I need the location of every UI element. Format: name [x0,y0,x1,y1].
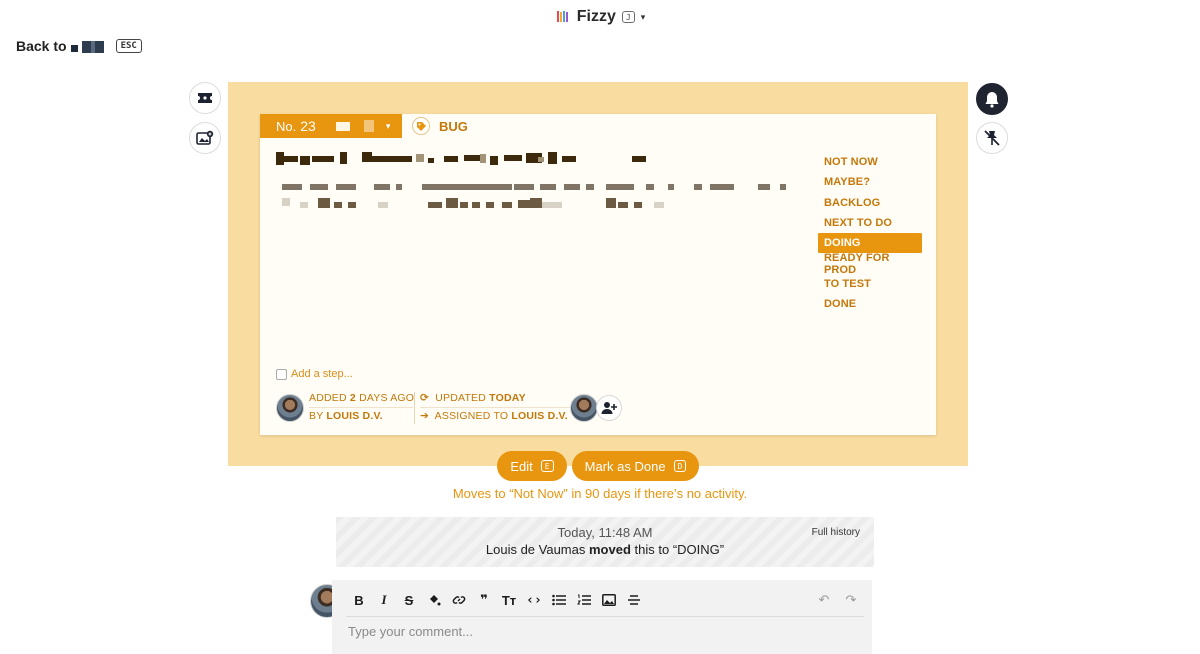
redacted-collection [335,121,350,131]
redacted-card-title[interactable] [276,152,656,166]
history-message: Louis de Vaumas moved this to “DOING” [485,542,725,557]
card-meta: ADDED 2 DAYS AGO BY LOUIS D.V. ⟳ UPDATED… [276,392,636,424]
card-number-label: No. [276,118,297,134]
image-icon[interactable] [600,591,618,609]
divider [309,407,413,408]
bold-icon[interactable]: B [350,591,368,609]
tag-icon[interactable] [412,117,430,135]
status-doing[interactable]: DOING [818,233,922,254]
redacted-board-icon [70,45,78,52]
auto-postpone-hint: Moves to “Not Now” in 90 days if there’s… [452,486,748,501]
add-image-icon[interactable] [189,122,221,154]
status-to-test[interactable]: TO TEST [818,274,922,294]
unpin-icon[interactable] [976,122,1008,154]
edit-shortcut: E [540,460,554,472]
divider [346,616,864,617]
status-not-now[interactable]: NOT NOW [818,152,922,172]
add-assignee-button[interactable] [596,395,622,421]
assigned-info: ➔ ASSIGNED TO LOUIS D.V. [420,410,568,422]
italic-icon[interactable]: I [375,591,393,609]
highlight-icon[interactable] [425,591,443,609]
card: No. 23 ▾ BUG NOT NOW MAYBE? BACKLOG NEXT… [260,114,936,435]
edit-button[interactable]: Edit E [497,451,567,481]
history-time: Today, 11:48 AM [557,525,653,540]
mark-done-shortcut: D [673,460,687,472]
bell-icon[interactable] [976,83,1008,115]
mark-done-label: Mark as Done [584,458,666,474]
history-toolbar: ↶ ↷ [815,591,860,609]
full-history-link[interactable]: Full history [812,527,860,538]
top-bar: Fizzy J ▾ [0,6,1200,28]
back-link[interactable]: Back to ESC [16,38,142,54]
edit-label: Edit [510,458,533,474]
fizzy-logo-icon [555,9,571,25]
esc-shortcut: ESC [115,39,142,53]
redacted-description-line-1 [282,184,786,190]
status-backlog[interactable]: BACKLOG [818,193,922,213]
ticket-icon[interactable] [189,82,221,114]
app-title[interactable]: Fizzy [577,8,616,26]
added-info: ADDED 2 DAYS AGO [309,392,415,404]
history-panel: Today, 11:48 AM Louis de Vaumas moved th… [336,517,874,567]
updated-info: ⟳ UPDATED TODAY [420,392,526,404]
divider [420,407,570,408]
avatar [276,394,304,422]
bullet-list-icon[interactable] [550,591,568,609]
add-step-label[interactable]: Add a step... [291,368,353,380]
step-checkbox[interactable] [276,368,287,380]
status-list: NOT NOW MAYBE? BACKLOG NEXT TO DO DOING … [818,152,922,314]
divider-icon[interactable] [625,591,643,609]
divider [414,392,415,424]
add-step[interactable]: Add a step... [276,368,353,380]
text-size-icon[interactable]: Tт [500,591,518,609]
status-next-to-do[interactable]: NEXT TO DO [818,213,922,233]
undo-icon[interactable]: ↶ [815,591,833,609]
numbered-list-icon[interactable] [575,591,593,609]
assignee-avatar[interactable] [570,394,598,422]
back-label: Back to [16,38,67,54]
app-switch-shortcut: J [621,11,635,23]
redacted-collection-icon [363,120,374,132]
chevron-down-icon[interactable]: ▾ [386,121,391,132]
status-maybe[interactable]: MAYBE? [818,172,922,192]
redo-icon[interactable]: ↷ [842,591,860,609]
status-ready-for-prod[interactable]: READY FOR PROD [818,252,922,276]
refresh-icon: ⟳ [420,392,429,404]
code-icon[interactable]: ‹› [525,591,543,609]
quote-icon[interactable]: ❞ [475,591,493,609]
chevron-down-icon[interactable]: ▾ [641,12,646,23]
comment-input[interactable]: Type your comment... [348,624,473,639]
strikethrough-icon[interactable]: S [400,591,418,609]
redacted-description-line-2 [282,198,664,208]
link-icon[interactable] [450,591,468,609]
status-done[interactable]: DONE [818,294,922,314]
format-toolbar: B I S ❞ Tт ‹› [350,591,643,609]
add-person-icon [601,402,617,414]
card-number: 23 [300,118,316,134]
arrow-right-icon: ➔ [420,410,429,422]
redacted-board-name [81,41,104,53]
tag-label[interactable]: BUG [439,119,468,134]
added-by-info: BY LOUIS D.V. [309,410,383,422]
mark-done-button[interactable]: Mark as Done D [572,451,699,481]
card-number-tab[interactable]: No. 23 ▾ [260,114,402,138]
comment-composer[interactable]: B I S ❞ Tт ‹› ↶ ↷ Type your comment... [332,580,872,654]
